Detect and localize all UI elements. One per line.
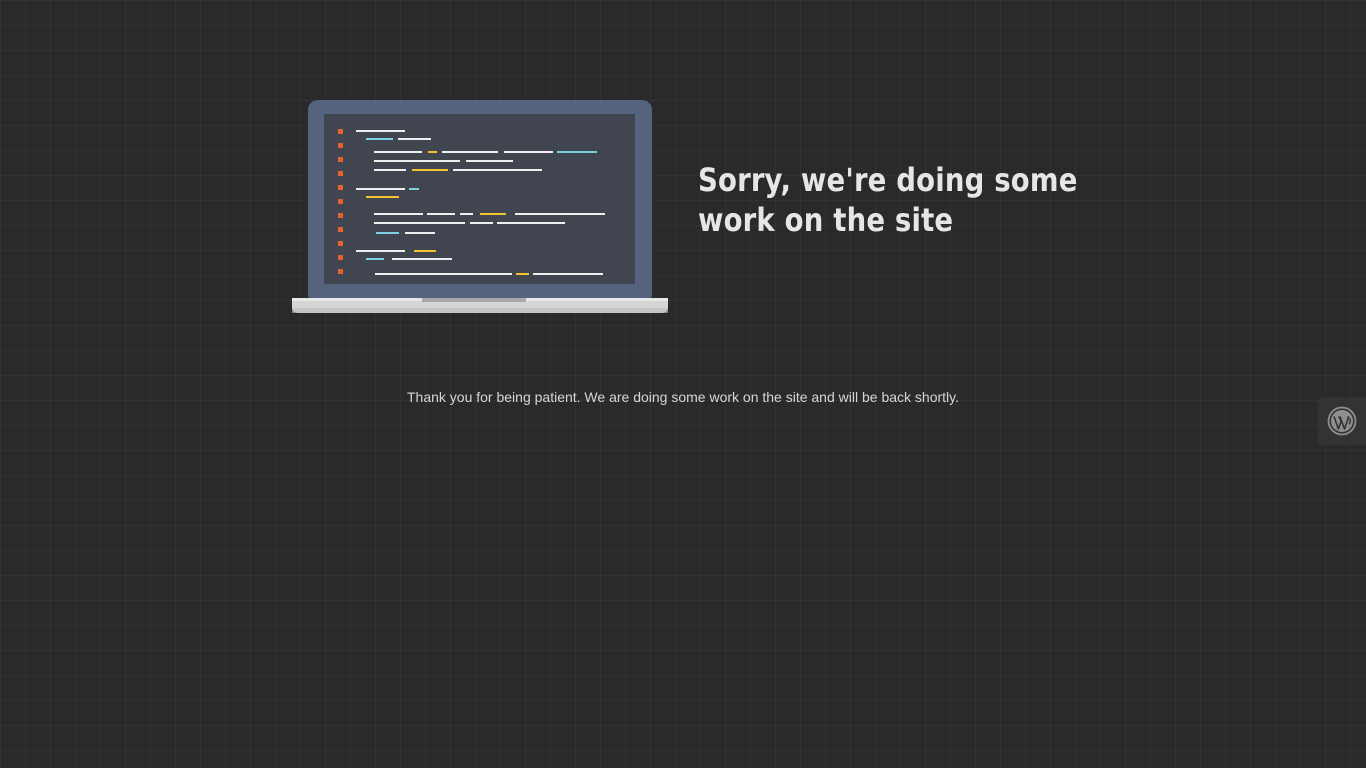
maintenance-page: Sorry, we're doing some work on the site… — [0, 0, 1366, 768]
laptop-icon — [292, 100, 668, 313]
wordpress-admin-link[interactable] — [1318, 397, 1366, 445]
page-title: Sorry, we're doing some work on the site — [698, 161, 1078, 239]
wordpress-icon — [1327, 406, 1357, 436]
maintenance-message: Thank you for being patient. We are doin… — [406, 389, 959, 405]
laptop-code-illustration — [291, 99, 669, 315]
